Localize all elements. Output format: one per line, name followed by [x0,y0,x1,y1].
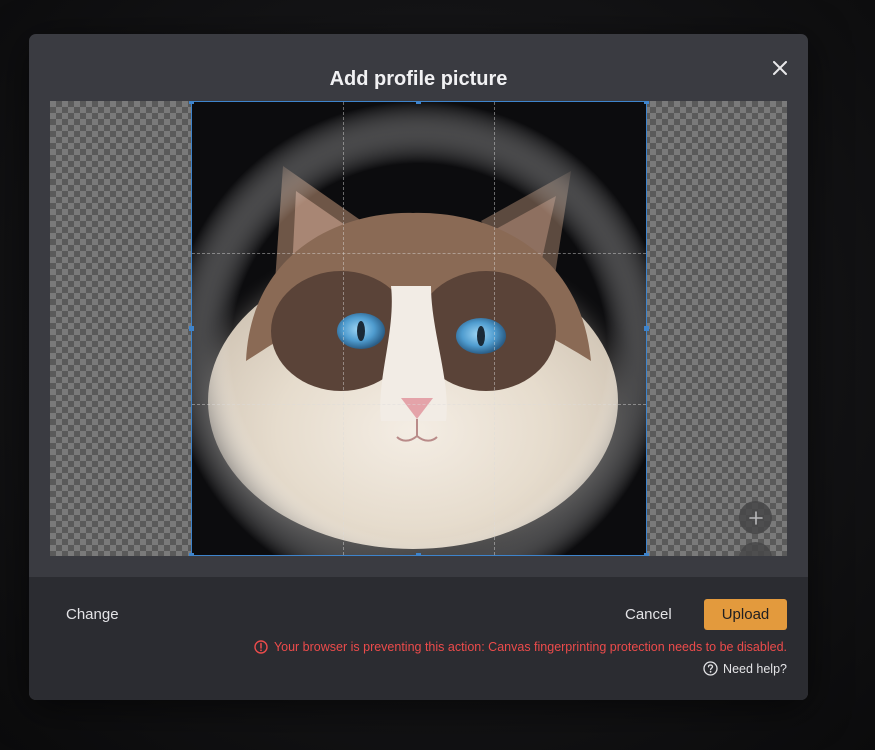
plus-icon [748,510,763,525]
minus-icon [749,552,763,557]
cat-photo [183,101,647,556]
cancel-button[interactable]: Cancel [625,606,672,623]
change-button[interactable]: Change [66,606,119,623]
need-help-label: Need help? [723,661,787,676]
dialog-title: Add profile picture [329,68,508,90]
close-icon[interactable] [770,58,790,78]
need-help-link[interactable]: Need help? [703,661,787,676]
question-circle-icon [703,661,718,676]
dialog-footer: Change Cancel Upload Your browser is pre… [29,577,808,700]
upload-button[interactable]: Upload [704,599,787,630]
error-text: Your browser is preventing this action: … [273,640,787,654]
error-message: Your browser is preventing this action: … [254,640,787,654]
zoom-in-button[interactable] [739,501,772,534]
profile-picture-dialog: Add profile picture Change Cancel Upload… [29,34,808,700]
zoom-out-button[interactable] [739,542,772,556]
alert-circle-icon [254,640,268,654]
image-crop-editor[interactable] [50,101,787,556]
